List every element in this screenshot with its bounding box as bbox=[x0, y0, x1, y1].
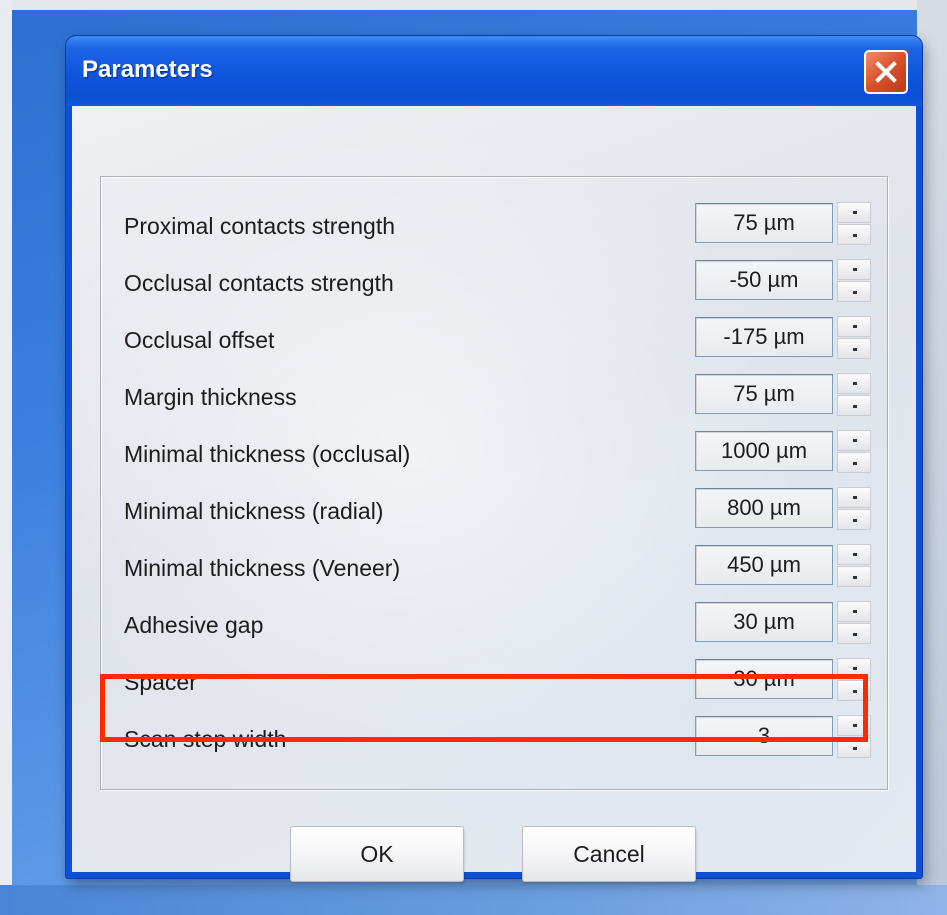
parameter-label: Spacer bbox=[124, 669, 197, 695]
spin-control bbox=[833, 315, 873, 361]
spin-up-button[interactable] bbox=[837, 658, 871, 679]
spin-down-icon bbox=[853, 519, 857, 522]
parameter-label: Minimal thickness (radial) bbox=[124, 498, 384, 524]
spin-control bbox=[833, 258, 873, 304]
spin-up-icon bbox=[853, 325, 857, 328]
spin-control bbox=[833, 201, 873, 247]
spin-up-button[interactable] bbox=[837, 259, 871, 280]
spin-down-button[interactable] bbox=[837, 338, 871, 359]
parameter-row-occlusal-offset: Occlusal offset -175 µm bbox=[101, 315, 887, 361]
spin-down-icon bbox=[853, 291, 857, 294]
spin-up-icon bbox=[853, 268, 857, 271]
parameter-label: Occlusal contacts strength bbox=[124, 270, 394, 296]
parameter-label: Minimal thickness (occlusal) bbox=[124, 441, 411, 467]
dialog-title: Parameters bbox=[82, 56, 213, 83]
spin-control bbox=[833, 486, 873, 532]
spin-up-icon bbox=[853, 667, 857, 670]
parameter-row-minimal-thickness-radial: Minimal thickness (radial) 800 µm bbox=[101, 486, 887, 532]
parameter-row-margin-thickness: Margin thickness 75 µm bbox=[101, 372, 887, 418]
parameter-value-field[interactable]: 30 µm bbox=[695, 659, 833, 699]
parameter-value-field[interactable]: 30 µm bbox=[695, 602, 833, 642]
parameter-value-field[interactable]: -175 µm bbox=[695, 317, 833, 357]
parameters-group: Proximal contacts strength 75 µm Occlusa… bbox=[100, 176, 888, 790]
spin-down-button[interactable] bbox=[837, 623, 871, 644]
parameter-label: Proximal contacts strength bbox=[124, 213, 396, 239]
spin-down-button[interactable] bbox=[837, 395, 871, 416]
spin-up-button[interactable] bbox=[837, 316, 871, 337]
parameter-row-spacer: Spacer 30 µm bbox=[101, 657, 887, 703]
spin-control bbox=[833, 543, 873, 589]
spin-down-button[interactable] bbox=[837, 452, 871, 473]
spin-down-button[interactable] bbox=[837, 737, 871, 758]
spin-control bbox=[833, 600, 873, 646]
spin-up-icon bbox=[853, 211, 857, 214]
spin-control bbox=[833, 657, 873, 703]
spin-down-icon bbox=[853, 462, 857, 465]
spin-up-icon bbox=[853, 553, 857, 556]
spin-down-icon bbox=[853, 234, 857, 237]
spin-down-button[interactable] bbox=[837, 281, 871, 302]
close-button[interactable] bbox=[864, 50, 908, 94]
spin-down-button[interactable] bbox=[837, 224, 871, 245]
parameter-value-field[interactable]: 3 bbox=[695, 716, 833, 756]
spin-control bbox=[833, 372, 873, 418]
parameter-value-field[interactable]: 1000 µm bbox=[695, 431, 833, 471]
spin-up-icon bbox=[853, 439, 857, 442]
spin-up-icon bbox=[853, 724, 857, 727]
parameter-row-proximal-contacts-strength: Proximal contacts strength 75 µm bbox=[101, 201, 887, 247]
spin-control bbox=[833, 429, 873, 475]
spin-up-button[interactable] bbox=[837, 715, 871, 736]
desktop-background-bottom bbox=[0, 885, 947, 915]
spin-up-button[interactable] bbox=[837, 487, 871, 508]
spin-up-button[interactable] bbox=[837, 601, 871, 622]
parameter-value-field[interactable]: 450 µm bbox=[695, 545, 833, 585]
spin-down-icon bbox=[853, 576, 857, 579]
parameter-value-field[interactable]: 800 µm bbox=[695, 488, 833, 528]
parameter-label: Scan step width bbox=[124, 726, 287, 752]
spin-down-button[interactable] bbox=[837, 566, 871, 587]
parameter-label: Occlusal offset bbox=[124, 327, 275, 353]
parameter-row-scan-step-width: Scan step width 3 bbox=[101, 714, 887, 760]
spin-down-button[interactable] bbox=[837, 509, 871, 530]
parameter-label: Margin thickness bbox=[124, 384, 297, 410]
parameter-row-occlusal-contacts-strength: Occlusal contacts strength -50 µm bbox=[101, 258, 887, 304]
spin-up-button[interactable] bbox=[837, 202, 871, 223]
spin-down-icon bbox=[853, 405, 857, 408]
ok-button[interactable]: OK bbox=[290, 826, 464, 882]
parameter-value-field[interactable]: 75 µm bbox=[695, 203, 833, 243]
spin-up-button[interactable] bbox=[837, 430, 871, 451]
spin-up-icon bbox=[853, 496, 857, 499]
title-bar[interactable]: Parameters bbox=[66, 36, 922, 106]
parameters-dialog: Parameters Proximal contacts strength 75… bbox=[66, 36, 922, 882]
spin-up-button[interactable] bbox=[837, 544, 871, 565]
spin-down-icon bbox=[853, 690, 857, 693]
spin-down-icon bbox=[853, 747, 857, 750]
close-icon bbox=[875, 61, 897, 83]
parameter-value-field[interactable]: 75 µm bbox=[695, 374, 833, 414]
parameter-row-minimal-thickness-veneer: Minimal thickness (Veneer) 450 µm bbox=[101, 543, 887, 589]
parameter-row-minimal-thickness-occlusal: Minimal thickness (occlusal) 1000 µm bbox=[101, 429, 887, 475]
spin-control bbox=[833, 714, 873, 760]
spin-down-button[interactable] bbox=[837, 680, 871, 701]
spin-up-icon bbox=[853, 382, 857, 385]
spin-down-icon bbox=[853, 633, 857, 636]
parameter-label: Minimal thickness (Veneer) bbox=[124, 555, 401, 581]
spin-down-icon bbox=[853, 348, 857, 351]
parameter-label: Adhesive gap bbox=[124, 612, 264, 638]
spin-up-icon bbox=[853, 610, 857, 613]
parameter-row-adhesive-gap: Adhesive gap 30 µm bbox=[101, 600, 887, 646]
parameter-value-field[interactable]: -50 µm bbox=[695, 260, 833, 300]
dialog-client-area: Proximal contacts strength 75 µm Occlusa… bbox=[72, 106, 916, 882]
spin-up-button[interactable] bbox=[837, 373, 871, 394]
cancel-button[interactable]: Cancel bbox=[522, 826, 696, 882]
